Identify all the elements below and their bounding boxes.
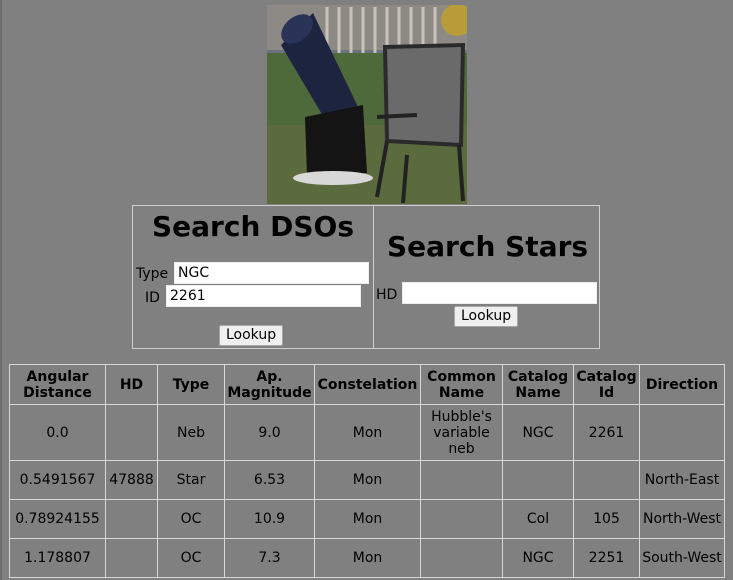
cell-catalog-name xyxy=(503,461,574,500)
cell-angular-distance: 0.0 xyxy=(10,405,106,461)
cell-angular-distance: 0.78924155 xyxy=(10,500,106,539)
panel-divider xyxy=(373,206,374,348)
cell-type: OC xyxy=(158,539,225,578)
cell-hd: 47888 xyxy=(106,461,158,500)
cell-catalog-name: Col xyxy=(503,500,574,539)
dso-id-input[interactable] xyxy=(166,285,361,307)
col-header-hd: HD xyxy=(106,365,158,405)
search-dsos-title: Search DSOs xyxy=(152,210,355,243)
cell-ap-magnitude: 6.53 xyxy=(225,461,315,500)
cell-ap-magnitude: 7.3 xyxy=(225,539,315,578)
cell-constelation: Mon xyxy=(315,405,421,461)
cell-common-name xyxy=(421,539,503,578)
cell-catalog-id xyxy=(574,461,640,500)
table-row: 0.78924155 OC 10.9 Mon Col 105 North-Wes… xyxy=(10,500,725,539)
cell-catalog-name: NGC xyxy=(503,405,574,461)
dso-lookup-button[interactable]: Lookup xyxy=(219,325,284,346)
col-header-common-name: Common Name xyxy=(421,365,503,405)
type-label: Type xyxy=(136,266,169,282)
id-label: ID xyxy=(145,290,160,306)
table-row: 0.5491567 47888 Star 6.53 Mon North-East xyxy=(10,461,725,500)
col-header-catalog-name: Catalog Name xyxy=(503,365,574,405)
cell-type: Star xyxy=(158,461,225,500)
cell-ap-magnitude: 10.9 xyxy=(225,500,315,539)
cell-hd xyxy=(106,405,158,461)
star-hd-input[interactable] xyxy=(402,282,597,304)
cell-constelation: Mon xyxy=(315,500,421,539)
cell-common-name xyxy=(421,500,503,539)
col-header-angular-distance: Angular Distance xyxy=(10,365,106,405)
cell-catalog-id: 105 xyxy=(574,500,640,539)
col-header-direction: Direction xyxy=(640,365,725,405)
cell-constelation: Mon xyxy=(315,539,421,578)
cell-common-name: Hubble's variable neb xyxy=(421,405,503,461)
table-row: 0.0 Neb 9.0 Mon Hubble's variable neb NG… xyxy=(10,405,725,461)
search-stars-title: Search Stars xyxy=(387,230,589,263)
cell-angular-distance: 1.178807 xyxy=(10,539,106,578)
cell-direction: South-West xyxy=(640,539,725,578)
dso-type-input[interactable] xyxy=(174,262,369,284)
page-edge xyxy=(0,0,2,580)
cell-direction: North-East xyxy=(640,461,725,500)
search-panel: Search DSOs Type ID Lookup Search Stars … xyxy=(132,205,600,349)
cell-type: Neb xyxy=(158,405,225,461)
cell-direction xyxy=(640,405,725,461)
table-row: 1.178807 OC 7.3 Mon NGC 2251 South-West xyxy=(10,539,725,578)
star-lookup-button[interactable]: Lookup xyxy=(454,306,519,327)
hd-label: HD xyxy=(376,287,398,303)
cell-direction: North-West xyxy=(640,500,725,539)
cell-constelation: Mon xyxy=(315,461,421,500)
results-table: Angular Distance HD Type Ap. Magnitude C… xyxy=(9,364,725,578)
cell-type: OC xyxy=(158,500,225,539)
table-header-row: Angular Distance HD Type Ap. Magnitude C… xyxy=(10,365,725,405)
cell-catalog-id: 2261 xyxy=(574,405,640,461)
cell-catalog-name: NGC xyxy=(503,539,574,578)
col-header-constelation: Constelation xyxy=(315,365,421,405)
cell-ap-magnitude: 9.0 xyxy=(225,405,315,461)
col-header-ap-magnitude: Ap. Magnitude xyxy=(225,365,315,405)
telescope-photo xyxy=(267,5,467,204)
cell-common-name xyxy=(421,461,503,500)
cell-catalog-id: 2251 xyxy=(574,539,640,578)
cell-hd xyxy=(106,539,158,578)
cell-angular-distance: 0.5491567 xyxy=(10,461,106,500)
col-header-catalog-id: Catalog Id xyxy=(574,365,640,405)
cell-hd xyxy=(106,500,158,539)
col-header-type: Type xyxy=(158,365,225,405)
